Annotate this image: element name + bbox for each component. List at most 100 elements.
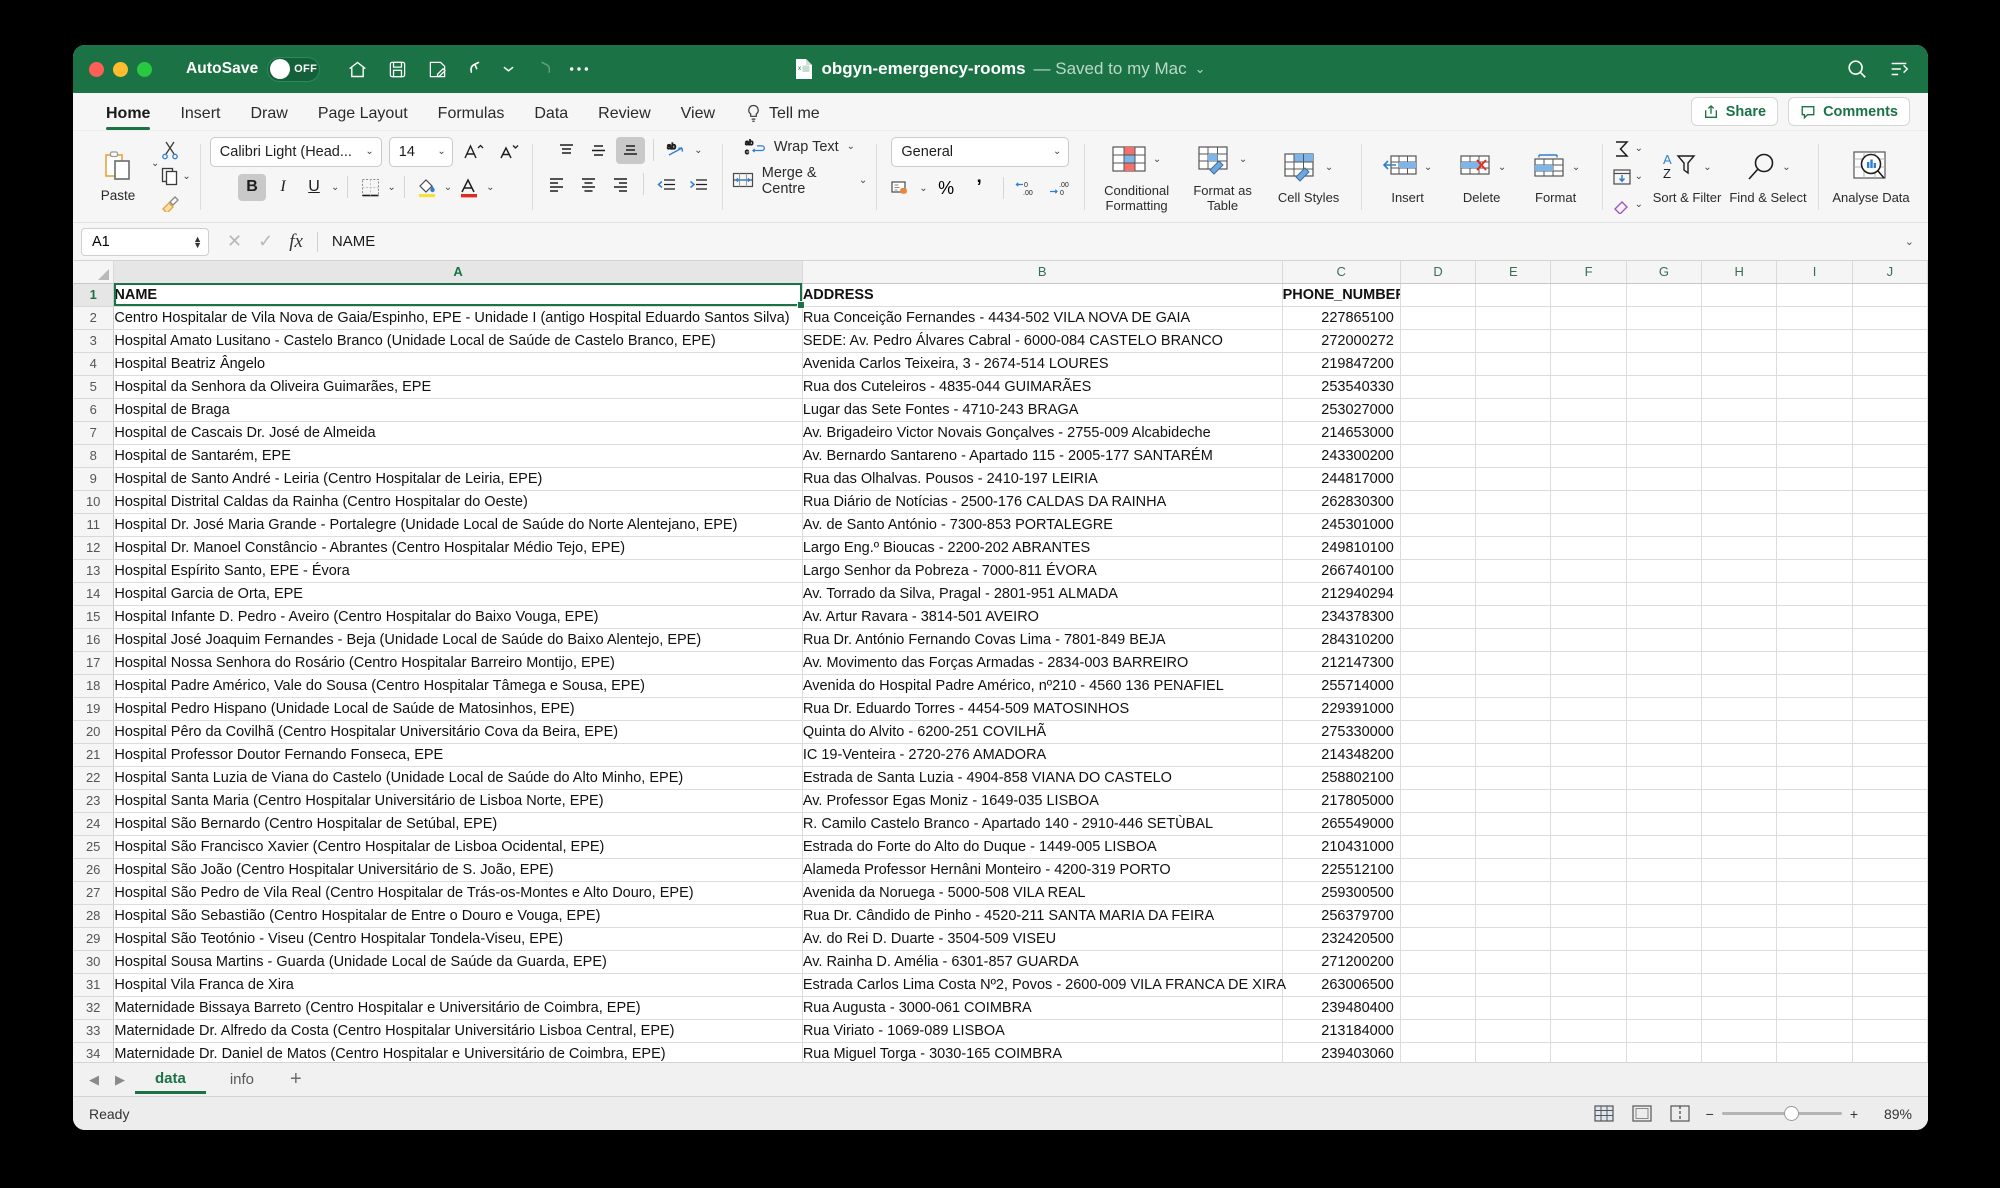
column-header-a[interactable]: A [113, 261, 803, 284]
cell-E6[interactable] [1475, 398, 1552, 422]
cell-J5[interactable] [1852, 375, 1928, 399]
cell-H22[interactable] [1701, 766, 1778, 790]
comma-style-button[interactable]: ’ [965, 175, 994, 202]
cell-H33[interactable] [1701, 1019, 1778, 1043]
cell-D20[interactable] [1400, 720, 1477, 744]
cell-D1[interactable] [1400, 283, 1477, 307]
cell-B1[interactable]: ADDRESS [802, 283, 1283, 307]
cell-I17[interactable] [1776, 651, 1853, 675]
row-header-2[interactable]: 2 [73, 306, 115, 330]
zoom-in-icon[interactable]: + [1850, 1106, 1858, 1122]
insert-cells-button[interactable]: ⌄ Insert [1371, 147, 1445, 205]
row-header-28[interactable]: 28 [73, 904, 115, 928]
cell-F24[interactable] [1550, 812, 1627, 836]
cell-D5[interactable] [1400, 375, 1477, 399]
cell-H26[interactable] [1701, 858, 1778, 882]
cell-I14[interactable] [1776, 582, 1853, 606]
cell-F22[interactable] [1550, 766, 1627, 790]
cell-J24[interactable] [1852, 812, 1928, 836]
row-header-29[interactable]: 29 [73, 927, 115, 951]
currency-format-icon[interactable] [886, 175, 915, 202]
formula-input[interactable]: NAME [332, 233, 1905, 250]
cell-I12[interactable] [1776, 536, 1853, 560]
cell-D29[interactable] [1400, 927, 1477, 951]
cell-E12[interactable] [1475, 536, 1552, 560]
insert-function-icon[interactable]: fx [289, 231, 303, 253]
cell-G10[interactable] [1626, 490, 1703, 514]
cell-A33[interactable]: Maternidade Dr. Alfredo da Costa (Centro… [113, 1019, 803, 1043]
fill-color-icon[interactable] [413, 174, 441, 201]
cell-F28[interactable] [1550, 904, 1627, 928]
cell-H18[interactable] [1701, 674, 1778, 698]
cell-A34[interactable]: Maternidade Dr. Daniel de Matos (Centro … [113, 1042, 803, 1062]
cell-I11[interactable] [1776, 513, 1853, 537]
cell-D30[interactable] [1400, 950, 1477, 974]
cell-B26[interactable]: Alameda Professor Hernâni Monteiro - 420… [802, 858, 1283, 882]
cell-D4[interactable] [1400, 352, 1477, 376]
cell-B24[interactable]: R. Camilo Castelo Branco - Apartado 140 … [802, 812, 1283, 836]
cell-B33[interactable]: Rua Viriato - 1069-089 LISBOA [802, 1019, 1283, 1043]
tab-page-layout[interactable]: Page Layout [303, 105, 423, 130]
cell-F17[interactable] [1550, 651, 1627, 675]
cell-I15[interactable] [1776, 605, 1853, 629]
wrap-text-button[interactable]: ab c Wrap Text ⌄ [744, 137, 855, 157]
cell-H9[interactable] [1701, 467, 1778, 491]
cell-E8[interactable] [1475, 444, 1552, 468]
cell-D7[interactable] [1400, 421, 1477, 445]
cell-A4[interactable]: Hospital Beatriz Ângelo [113, 352, 803, 376]
cell-D12[interactable] [1400, 536, 1477, 560]
cell-J19[interactable] [1852, 697, 1928, 721]
cell-I24[interactable] [1776, 812, 1853, 836]
tab-insert[interactable]: Insert [165, 105, 235, 130]
cell-J32[interactable] [1852, 996, 1928, 1020]
cell-C34[interactable]: 239403060 [1282, 1042, 1401, 1062]
cell-E5[interactable] [1475, 375, 1552, 399]
cell-A12[interactable]: Hospital Dr. Manoel Constâncio - Abrante… [113, 536, 803, 560]
confirm-formula-icon[interactable]: ✓ [258, 231, 273, 252]
cell-F33[interactable] [1550, 1019, 1627, 1043]
cell-A23[interactable]: Hospital Santa Maria (Centro Hospitalar … [113, 789, 803, 813]
cell-D25[interactable] [1400, 835, 1477, 859]
italic-button[interactable]: I [269, 174, 297, 201]
cell-E29[interactable] [1475, 927, 1552, 951]
cell-E14[interactable] [1475, 582, 1552, 606]
cell-G15[interactable] [1626, 605, 1703, 629]
next-sheet-icon[interactable]: ▶ [109, 1072, 131, 1088]
cell-F27[interactable] [1550, 881, 1627, 905]
cell-H19[interactable] [1701, 697, 1778, 721]
percent-style-button[interactable]: % [932, 175, 961, 202]
cell-J25[interactable] [1852, 835, 1928, 859]
cell-D8[interactable] [1400, 444, 1477, 468]
cell-E2[interactable] [1475, 306, 1552, 330]
cell-A27[interactable]: Hospital São Pedro de Vila Real (Centro … [113, 881, 803, 905]
row-header-27[interactable]: 27 [73, 881, 115, 905]
align-right-icon[interactable] [606, 171, 635, 198]
cell-G2[interactable] [1626, 306, 1703, 330]
cell-G21[interactable] [1626, 743, 1703, 767]
cell-H13[interactable] [1701, 559, 1778, 583]
cell-I3[interactable] [1776, 329, 1853, 353]
cell-H14[interactable] [1701, 582, 1778, 606]
increase-indent-icon[interactable] [684, 171, 713, 198]
cell-C19[interactable]: 229391000 [1282, 697, 1401, 721]
cell-H24[interactable] [1701, 812, 1778, 836]
row-header-10[interactable]: 10 [73, 490, 115, 514]
cell-H27[interactable] [1701, 881, 1778, 905]
cell-F10[interactable] [1550, 490, 1627, 514]
tell-me-button[interactable]: Tell me [730, 104, 832, 130]
format-cells-button[interactable]: ⌄ Format [1519, 147, 1593, 205]
cell-G7[interactable] [1626, 421, 1703, 445]
cell-H34[interactable] [1701, 1042, 1778, 1062]
cell-C8[interactable]: 243300200 [1282, 444, 1401, 468]
cell-C33[interactable]: 213184000 [1282, 1019, 1401, 1043]
cell-C6[interactable]: 253027000 [1282, 398, 1401, 422]
cell-G16[interactable] [1626, 628, 1703, 652]
cell-E33[interactable] [1475, 1019, 1552, 1043]
cell-A6[interactable]: Hospital de Braga [113, 398, 803, 422]
zoom-slider-track[interactable] [1721, 1106, 1842, 1121]
cell-B2[interactable]: Rua Conceição Fernandes - 4434-502 VILA … [802, 306, 1283, 330]
maximize-window-button[interactable] [137, 61, 152, 77]
cell-A3[interactable]: Hospital Amato Lusitano - Castelo Branco… [113, 329, 803, 353]
fill-icon[interactable] [1612, 168, 1632, 186]
cell-B18[interactable]: Avenida do Hospital Padre Américo, nº210… [802, 674, 1283, 698]
